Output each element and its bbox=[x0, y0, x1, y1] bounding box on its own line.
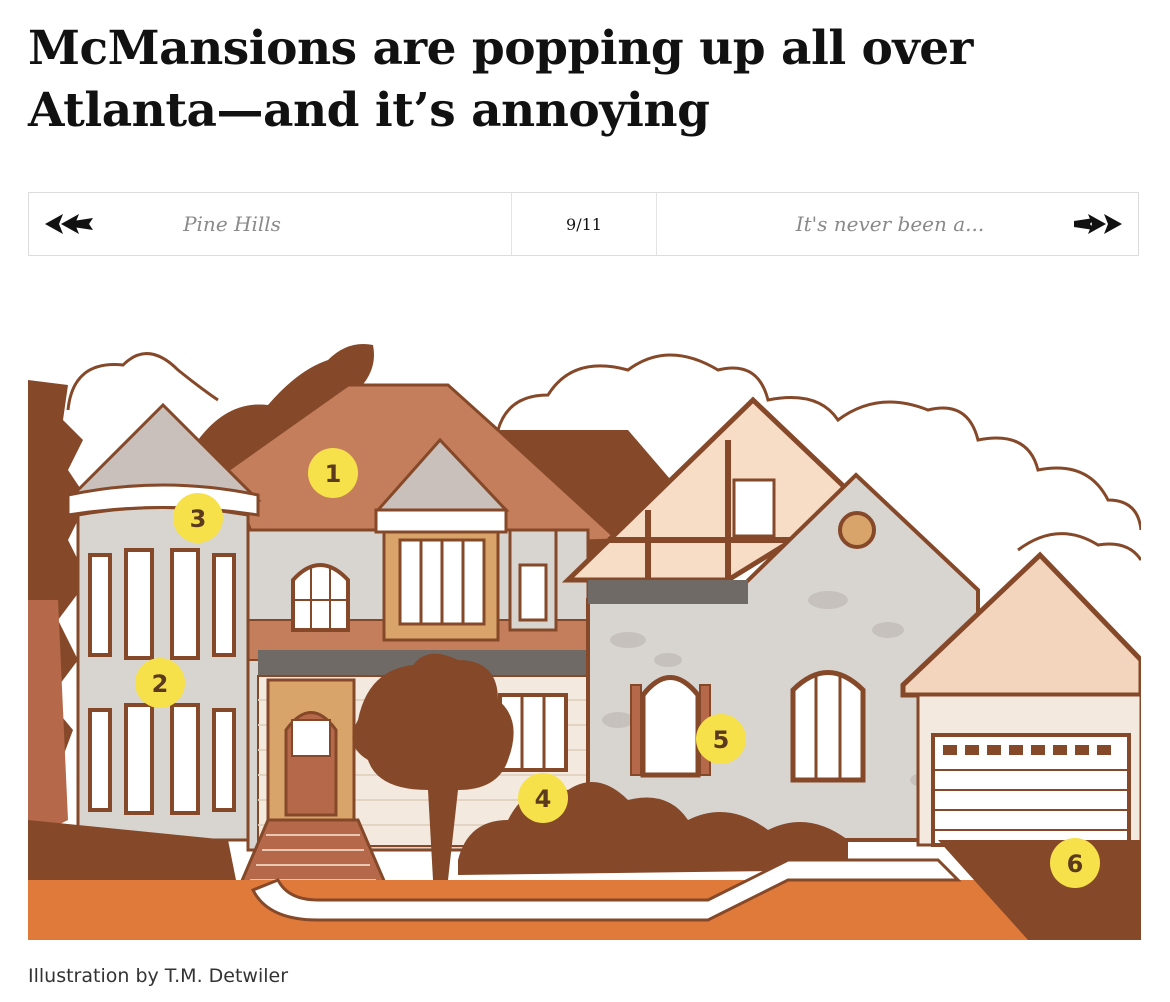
marker-5-label: 5 bbox=[713, 726, 730, 754]
next-slide-link[interactable]: It's never been a... bbox=[657, 193, 1138, 255]
double-arrow-right-icon[interactable] bbox=[1072, 212, 1124, 236]
marker-2-label: 2 bbox=[152, 670, 169, 698]
prev-slide-link[interactable]: Pine Hills bbox=[29, 193, 512, 255]
next-slide-label[interactable]: It's never been a... bbox=[796, 212, 985, 236]
marker-1[interactable]: 1 bbox=[308, 448, 358, 498]
marker-1-label: 1 bbox=[325, 460, 342, 488]
mcmansion-illustration: 1 2 3 4 5 6 bbox=[28, 344, 1141, 940]
slideshow-pager: Pine Hills 9/11 It's never been a... bbox=[28, 192, 1139, 256]
marker-3-label: 3 bbox=[190, 505, 207, 533]
marker-2[interactable]: 2 bbox=[135, 658, 185, 708]
marker-4-label: 4 bbox=[535, 785, 552, 813]
double-arrow-left-icon[interactable] bbox=[43, 212, 95, 236]
marker-4[interactable]: 4 bbox=[518, 773, 568, 823]
marker-6[interactable]: 6 bbox=[1050, 838, 1100, 888]
slide-counter: 9/11 bbox=[512, 193, 657, 255]
marker-5[interactable]: 5 bbox=[696, 714, 746, 764]
marker-3[interactable]: 3 bbox=[173, 493, 223, 543]
marker-6-label: 6 bbox=[1067, 850, 1084, 878]
illustration-credit: Illustration by T.M. Detwiler bbox=[28, 965, 289, 987]
prev-slide-label[interactable]: Pine Hills bbox=[183, 212, 281, 236]
turret bbox=[64, 402, 262, 842]
article-title: McMansions are popping up all over Atlan… bbox=[28, 21, 973, 138]
